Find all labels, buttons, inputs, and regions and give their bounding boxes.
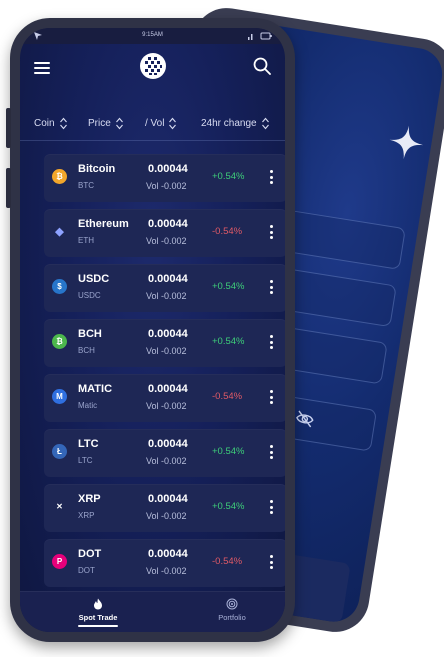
coin-symbol: Matic bbox=[78, 401, 98, 410]
coin-row-bitcoin[interactable]: ₿ Bitcoin BTC 0.00044 Vol -0.002 +0.54% bbox=[44, 154, 285, 202]
column-label: Price bbox=[88, 118, 111, 129]
coin-price: 0.00044 bbox=[148, 493, 188, 505]
coin-row-usdc[interactable]: $ USDC USDC 0.00044 Vol -0.002 +0.54% bbox=[44, 264, 285, 312]
sort-icon bbox=[59, 117, 67, 130]
volume-button bbox=[6, 108, 11, 148]
coin-name: XRP bbox=[78, 493, 101, 505]
app-logo bbox=[140, 53, 166, 79]
coin-change: +0.54% bbox=[212, 281, 245, 292]
coin-change: +0.54% bbox=[212, 336, 245, 347]
litecoin-icon: Ł bbox=[52, 444, 67, 459]
coin-volume: Vol -0.002 bbox=[146, 511, 187, 521]
coin-symbol: XRP bbox=[78, 511, 95, 520]
tab-portfolio[interactable]: Portfolio bbox=[192, 598, 272, 622]
status-time: 9:15AM bbox=[142, 32, 163, 38]
coin-price: 0.00044 bbox=[148, 438, 188, 450]
coin-row-xrp[interactable]: ✕ XRP XRP 0.00044 Vol -0.002 +0.54% bbox=[44, 484, 285, 532]
coin-symbol: BCH bbox=[78, 346, 95, 355]
tab-spot-trade[interactable]: Spot Trade bbox=[58, 598, 138, 627]
coin-name: Bitcoin bbox=[78, 163, 116, 175]
status-bar: 9:15AM bbox=[20, 28, 285, 44]
coin-name: USDC bbox=[78, 273, 110, 285]
signal-battery-icon bbox=[248, 32, 272, 40]
coin-price: 0.00044 bbox=[148, 328, 188, 340]
coin-price: 0.00044 bbox=[148, 383, 188, 395]
eye-off-icon bbox=[296, 410, 314, 428]
phone-screen: 9:15AM Coin Price / Vol 24hr change ₿ Bi… bbox=[20, 28, 285, 632]
column-label: Coin bbox=[34, 118, 55, 129]
polkadot-icon: P bbox=[52, 554, 67, 569]
sparkle-icon bbox=[389, 125, 424, 160]
column-24hr-change[interactable]: 24hr change bbox=[201, 117, 269, 130]
coin-row-matic[interactable]: M MATIC Matic 0.00044 Vol -0.002 -0.54% bbox=[44, 374, 285, 422]
usdc-icon: $ bbox=[52, 279, 67, 294]
sort-icon bbox=[115, 117, 123, 130]
column-volume[interactable]: / Vol bbox=[145, 117, 177, 130]
coin-volume: Vol -0.002 bbox=[146, 291, 187, 301]
more-options-icon[interactable] bbox=[269, 225, 273, 240]
menu-icon[interactable] bbox=[34, 61, 50, 75]
portfolio-icon bbox=[226, 598, 238, 610]
app-header bbox=[20, 44, 285, 94]
coin-volume: Vol -0.002 bbox=[146, 236, 187, 246]
coin-change: +0.54% bbox=[212, 171, 245, 182]
bottom-tab-bar: Spot Trade Portfolio bbox=[20, 591, 285, 632]
coin-symbol: ETH bbox=[78, 236, 94, 245]
column-label: 24hr change bbox=[201, 118, 257, 129]
flame-icon bbox=[94, 598, 102, 610]
coin-row-ethereum[interactable]: ◆ Ethereum ETH 0.00044 Vol -0.002 -0.54% bbox=[44, 209, 285, 257]
xrp-icon: ✕ bbox=[56, 502, 63, 511]
coin-change: -0.54% bbox=[212, 556, 243, 567]
coin-name: MATIC bbox=[78, 383, 113, 395]
column-header-bar: Coin Price / Vol 24hr change bbox=[20, 108, 285, 141]
coin-change: +0.54% bbox=[212, 501, 245, 512]
more-options-icon[interactable] bbox=[269, 335, 273, 350]
coin-change: -0.54% bbox=[212, 391, 243, 402]
volume-button bbox=[6, 168, 11, 208]
coin-price: 0.00044 bbox=[148, 218, 188, 230]
search-icon[interactable] bbox=[253, 57, 271, 75]
sort-icon bbox=[261, 117, 269, 130]
coin-price: 0.00044 bbox=[148, 548, 188, 560]
coin-row-dot[interactable]: P DOT DOT 0.00044 Vol -0.002 -0.54% bbox=[44, 539, 285, 587]
coin-name: LTC bbox=[78, 438, 99, 450]
active-tab-indicator bbox=[78, 625, 118, 627]
tab-label: Spot Trade bbox=[78, 613, 118, 622]
coin-symbol: DOT bbox=[78, 566, 95, 575]
column-label: / Vol bbox=[145, 118, 165, 129]
tab-label: Portfolio bbox=[218, 613, 246, 622]
more-options-icon[interactable] bbox=[269, 445, 273, 460]
ethereum-icon: ◆ bbox=[52, 224, 67, 239]
coin-volume: Vol -0.002 bbox=[146, 401, 187, 411]
coin-symbol: LTC bbox=[78, 456, 93, 465]
more-options-icon[interactable] bbox=[269, 500, 273, 515]
coin-change: +0.54% bbox=[212, 446, 245, 457]
coin-volume: Vol -0.002 bbox=[146, 346, 187, 356]
coin-name: DOT bbox=[78, 548, 102, 560]
background-input-field bbox=[278, 209, 406, 270]
coin-change: -0.54% bbox=[212, 226, 243, 237]
coin-name: BCH bbox=[78, 328, 102, 340]
sort-icon bbox=[169, 117, 177, 130]
column-price[interactable]: Price bbox=[88, 117, 123, 130]
coin-symbol: USDC bbox=[78, 291, 101, 300]
coin-name: Ethereum bbox=[78, 218, 129, 230]
coin-row-bch[interactable]: ₿ BCH BCH 0.00044 Vol -0.002 +0.54% bbox=[44, 319, 285, 367]
column-coin[interactable]: Coin bbox=[34, 117, 67, 130]
bitcoin-cash-icon: ₿ bbox=[52, 334, 67, 349]
matic-icon: M bbox=[52, 389, 67, 404]
more-options-icon[interactable] bbox=[269, 390, 273, 405]
coin-volume: Vol -0.002 bbox=[146, 566, 187, 576]
coin-volume: Vol -0.002 bbox=[146, 456, 187, 466]
coin-row-ltc[interactable]: Ł LTC LTC 0.00044 Vol -0.002 +0.54% bbox=[44, 429, 285, 477]
coin-price: 0.00044 bbox=[148, 273, 188, 285]
phone-mockup: 9:15AM Coin Price / Vol 24hr change ₿ Bi… bbox=[6, 18, 295, 642]
coin-price: 0.00044 bbox=[148, 163, 188, 175]
more-options-icon[interactable] bbox=[269, 280, 273, 295]
bitcoin-icon: ₿ bbox=[52, 169, 67, 184]
coin-volume: Vol -0.002 bbox=[146, 181, 187, 191]
more-options-icon[interactable] bbox=[269, 170, 273, 185]
coin-symbol: BTC bbox=[78, 181, 94, 190]
more-options-icon[interactable] bbox=[269, 555, 273, 570]
